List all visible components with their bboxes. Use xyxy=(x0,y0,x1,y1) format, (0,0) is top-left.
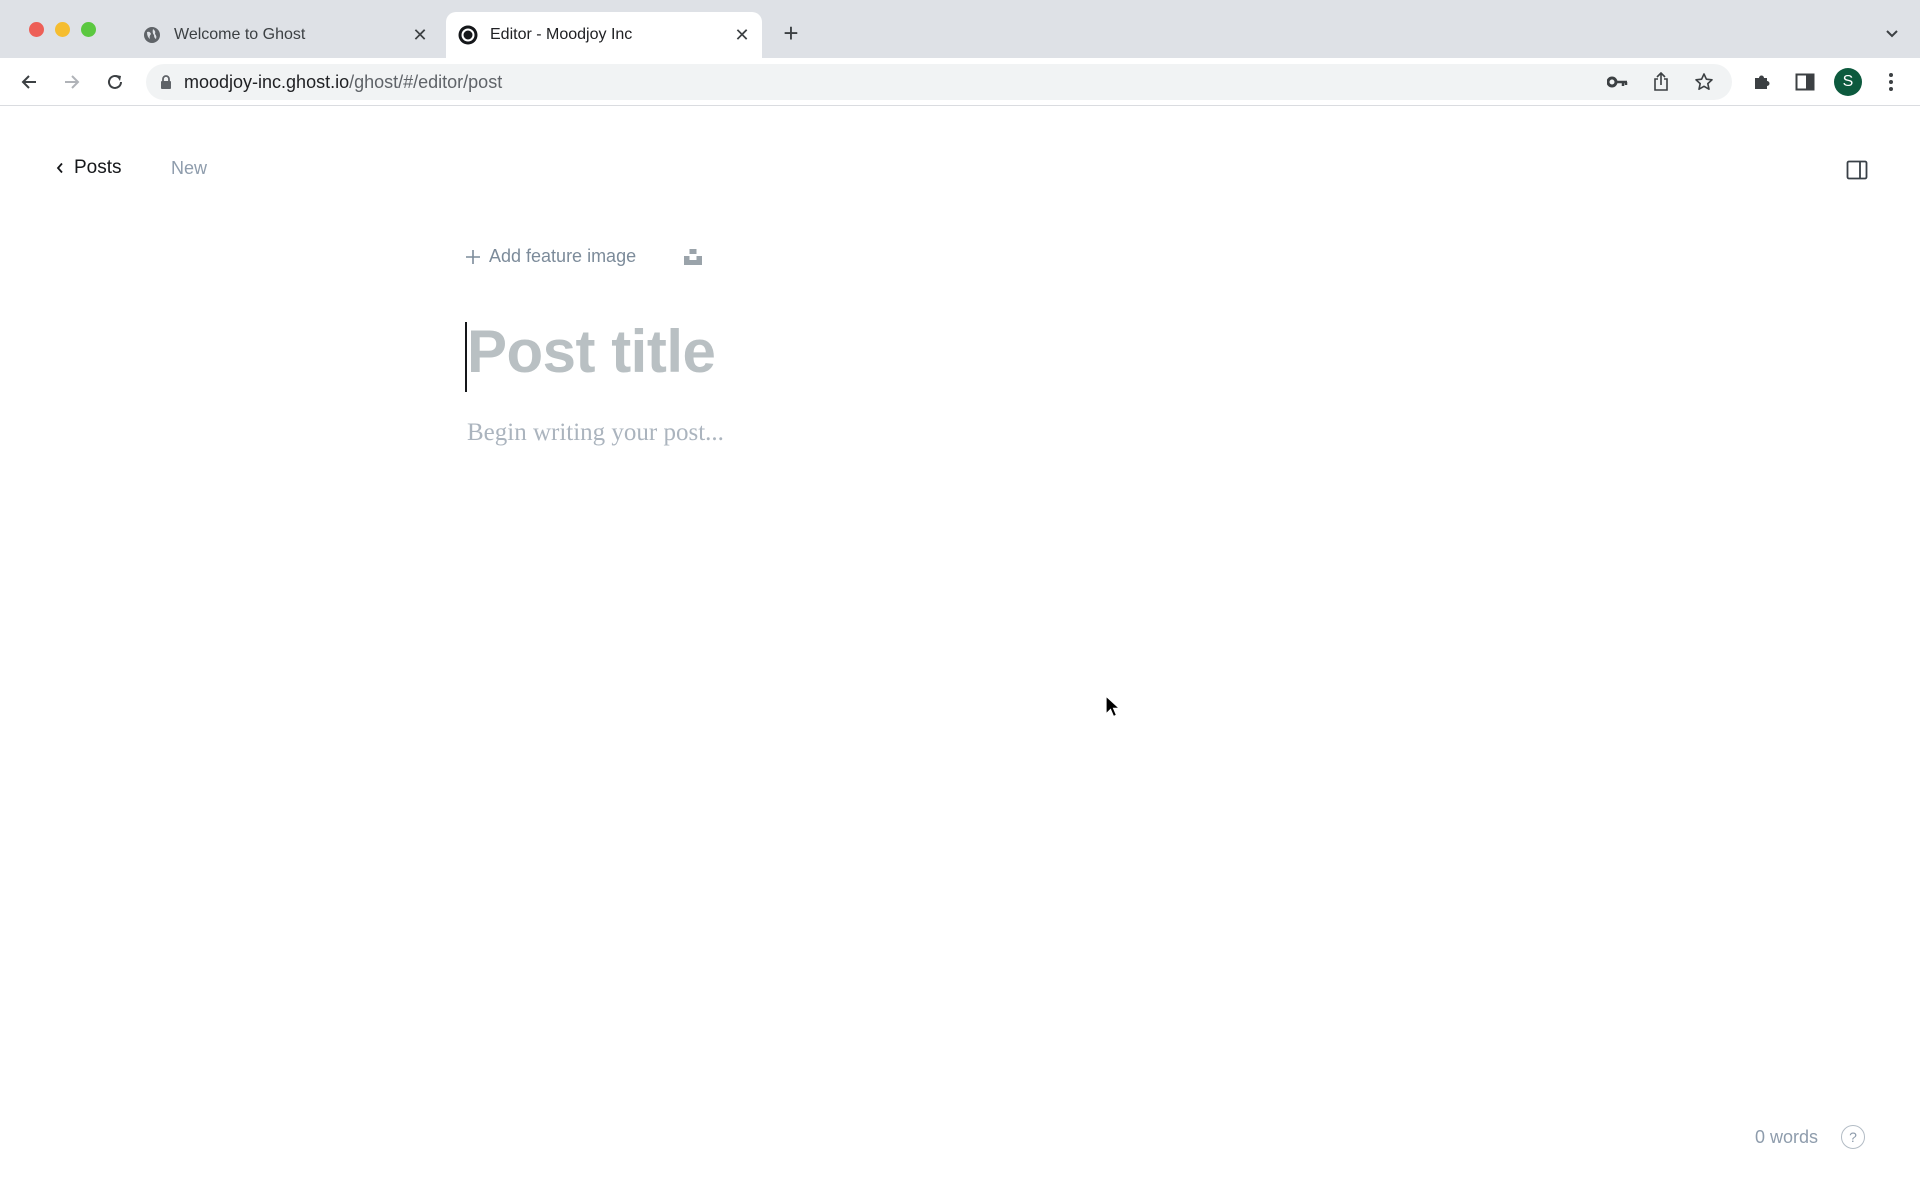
unsplash-icon[interactable] xyxy=(683,247,703,267)
minimize-window-button[interactable] xyxy=(55,22,70,37)
side-panel-icon[interactable] xyxy=(1791,68,1819,96)
tab-title: Welcome to Ghost xyxy=(174,26,306,43)
post-status: New xyxy=(171,158,208,178)
ghost-logo-icon xyxy=(458,25,478,45)
post-body-editor[interactable]: Begin writing your post... xyxy=(467,419,724,447)
back-label: Posts xyxy=(74,157,122,178)
maximize-window-button[interactable] xyxy=(81,22,96,37)
globe-icon xyxy=(142,25,162,45)
password-key-icon[interactable] xyxy=(1606,70,1630,94)
chevron-left-icon xyxy=(56,162,64,174)
back-arrow-icon[interactable] xyxy=(15,68,43,96)
post-title-input[interactable]: Post title xyxy=(467,317,716,386)
extensions-puzzle-icon[interactable] xyxy=(1748,68,1776,96)
forward-arrow-icon[interactable] xyxy=(58,68,86,96)
more-menu-icon[interactable] xyxy=(1877,68,1905,96)
bookmark-star-icon[interactable] xyxy=(1692,70,1716,94)
back-to-posts-link[interactable]: Posts xyxy=(56,157,122,179)
tab-strip: Welcome to Ghost ✕ Editor - Moodjoy Inc … xyxy=(0,0,1920,58)
new-tab-button[interactable]: + xyxy=(778,20,804,46)
close-tab-icon[interactable]: ✕ xyxy=(408,23,432,47)
tab-editor[interactable]: Editor - Moodjoy Inc ✕ xyxy=(446,12,762,58)
help-question-icon[interactable]: ? xyxy=(1841,1125,1865,1149)
url-domain: moodjoy-inc.ghost.io xyxy=(184,71,350,92)
word-count: 0 words xyxy=(1755,1127,1819,1147)
address-bar[interactable]: moodjoy-inc.ghost.io/ghost/#/editor/post xyxy=(146,64,1732,100)
editor-page: Posts New Add feature image Post title B… xyxy=(0,107,1920,1200)
tab-search-chevron-icon[interactable] xyxy=(1880,22,1904,46)
tab-welcome-to-ghost[interactable]: Welcome to Ghost ✕ xyxy=(130,12,440,58)
add-feature-image-button[interactable]: Add feature image xyxy=(465,246,636,267)
add-feature-image-label: Add feature image xyxy=(489,246,637,266)
mouse-pointer-icon xyxy=(1105,695,1122,718)
url-path: /ghost/#/editor/post xyxy=(349,71,503,92)
tab-title: Editor - Moodjoy Inc xyxy=(490,26,633,43)
reload-icon[interactable] xyxy=(101,68,129,96)
url-text: moodjoy-inc.ghost.io/ghost/#/editor/post xyxy=(184,72,502,93)
browser-toolbar: moodjoy-inc.ghost.io/ghost/#/editor/post… xyxy=(0,58,1920,106)
close-window-button[interactable] xyxy=(29,22,44,37)
share-icon[interactable] xyxy=(1649,70,1673,94)
lock-icon[interactable] xyxy=(160,74,172,90)
close-tab-icon[interactable]: ✕ xyxy=(730,23,754,47)
post-settings-toggle-icon[interactable] xyxy=(1845,158,1869,182)
plus-icon xyxy=(465,249,481,265)
profile-avatar[interactable]: S xyxy=(1834,68,1862,96)
